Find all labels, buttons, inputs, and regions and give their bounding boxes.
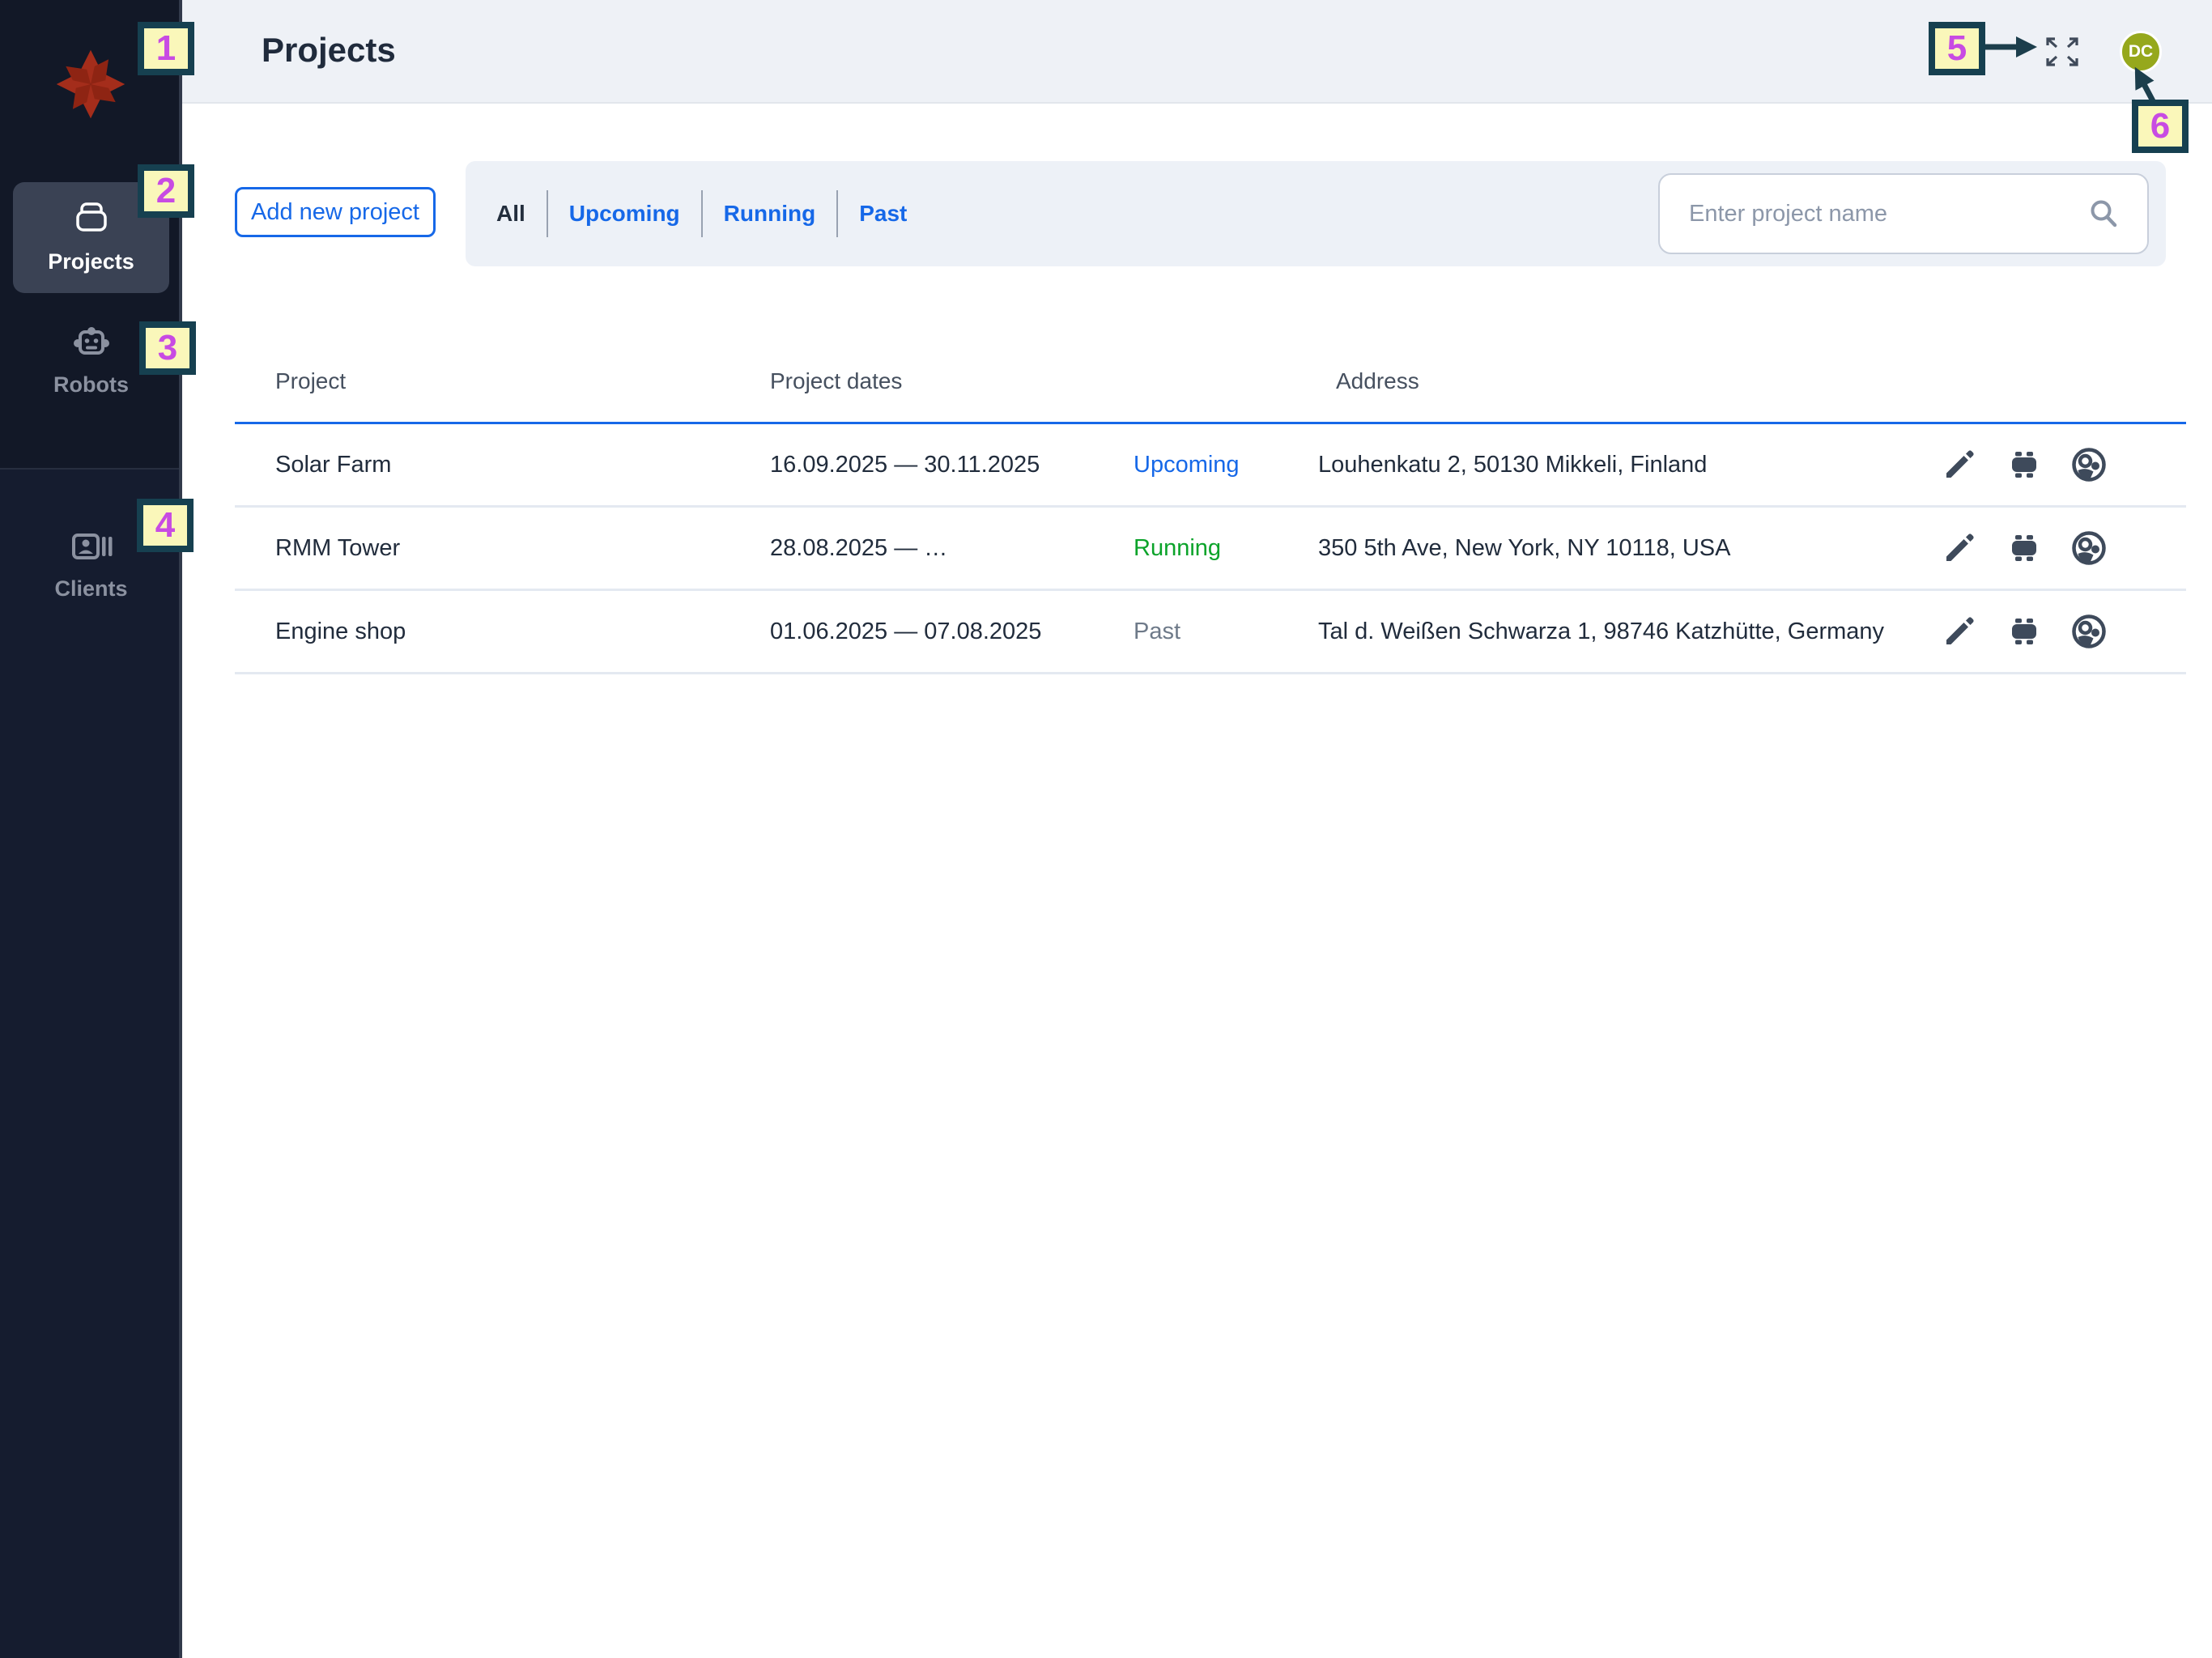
project-name: Solar Farm xyxy=(235,452,770,478)
projects-table: Project Project dates Address Solar Farm… xyxy=(235,340,2186,674)
edit-pencil-icon[interactable] xyxy=(1941,613,1978,650)
table-row: Solar Farm 16.09.2025 — 30.11.2025 Upcom… xyxy=(235,424,2186,508)
project-dates: 16.09.2025 — 30.11.2025 xyxy=(770,452,1134,478)
row-actions xyxy=(1895,529,2186,567)
tab-divider xyxy=(547,190,548,237)
tab-past[interactable]: Past xyxy=(859,201,907,227)
clients-card-icon xyxy=(70,528,113,565)
sidebar-item-label: Robots xyxy=(53,372,129,397)
clients-faces-icon[interactable] xyxy=(2070,529,2108,567)
annotation-badge-2: 2 xyxy=(138,164,194,218)
page-header: Projects DC xyxy=(182,0,2212,104)
search-input[interactable] xyxy=(1660,175,2087,253)
annotation-arrow-5 xyxy=(1982,31,2040,63)
robot-icon xyxy=(70,324,113,361)
app-window: Projects Robots Clients xyxy=(0,0,2212,1658)
annotation-badge-1: 1 xyxy=(138,22,194,75)
sidebar: Projects Robots Clients xyxy=(0,0,182,1658)
annotation-badge-3: 3 xyxy=(139,321,196,375)
sidebar-lower-section xyxy=(0,468,179,1658)
row-actions xyxy=(1895,613,2186,650)
edit-pencil-icon[interactable] xyxy=(1941,529,1978,567)
clients-faces-icon[interactable] xyxy=(2070,446,2108,483)
annotation-badge-5: 5 xyxy=(1929,22,1985,75)
robot-top-view-icon[interactable] xyxy=(2006,529,2043,567)
project-name: Engine shop xyxy=(235,619,770,645)
project-dates: 28.08.2025 — … xyxy=(770,535,1134,562)
annotation-badge-4: 4 xyxy=(137,499,194,552)
project-address: Tal d. Weißen Schwarza 1, 98746 Katzhütt… xyxy=(1318,619,1895,645)
tab-running[interactable]: Running xyxy=(724,201,816,227)
status-badge: Past xyxy=(1134,619,1318,645)
projects-stack-icon xyxy=(70,201,113,238)
project-name: RMM Tower xyxy=(235,535,770,562)
tab-divider xyxy=(701,190,703,237)
project-address: 350 5th Ave, New York, NY 10118, USA xyxy=(1318,535,1895,562)
column-header-project: Project xyxy=(235,368,770,394)
status-badge: Upcoming xyxy=(1134,452,1318,478)
tab-upcoming[interactable]: Upcoming xyxy=(569,201,680,227)
status-filter-tabs: All Upcoming Running Past xyxy=(496,161,907,266)
column-header-dates: Project dates xyxy=(770,368,1134,394)
row-actions xyxy=(1895,446,2186,483)
clients-faces-icon[interactable] xyxy=(2070,613,2108,650)
sidebar-item-label: Clients xyxy=(54,576,127,602)
status-badge: Running xyxy=(1134,535,1318,562)
column-header-address: Address xyxy=(1318,368,1895,394)
table-row: Engine shop 01.06.2025 — 07.08.2025 Past… xyxy=(235,591,2186,674)
add-new-project-button[interactable]: Add new project xyxy=(235,187,436,237)
project-dates: 01.06.2025 — 07.08.2025 xyxy=(770,619,1134,645)
robot-top-view-icon[interactable] xyxy=(2006,613,2043,650)
project-search-box xyxy=(1658,173,2149,254)
edit-pencil-icon[interactable] xyxy=(1941,446,1978,483)
app-logo-icon[interactable] xyxy=(52,45,130,123)
sidebar-item-label: Projects xyxy=(48,249,134,274)
annotation-badge-6: 6 xyxy=(2132,100,2189,153)
robot-top-view-icon[interactable] xyxy=(2006,446,2043,483)
filter-panel: All Upcoming Running Past xyxy=(466,161,2166,266)
project-address: Louhenkatu 2, 50130 Mikkeli, Finland xyxy=(1318,452,1895,478)
table-header-row: Project Project dates Address xyxy=(235,340,2186,424)
search-icon[interactable] xyxy=(2087,198,2120,230)
tab-all[interactable]: All xyxy=(496,201,525,227)
page-title: Projects xyxy=(262,31,396,70)
fullscreen-icon[interactable] xyxy=(2044,36,2080,68)
tab-divider xyxy=(836,190,838,237)
table-row: RMM Tower 28.08.2025 — … Running 350 5th… xyxy=(235,508,2186,591)
